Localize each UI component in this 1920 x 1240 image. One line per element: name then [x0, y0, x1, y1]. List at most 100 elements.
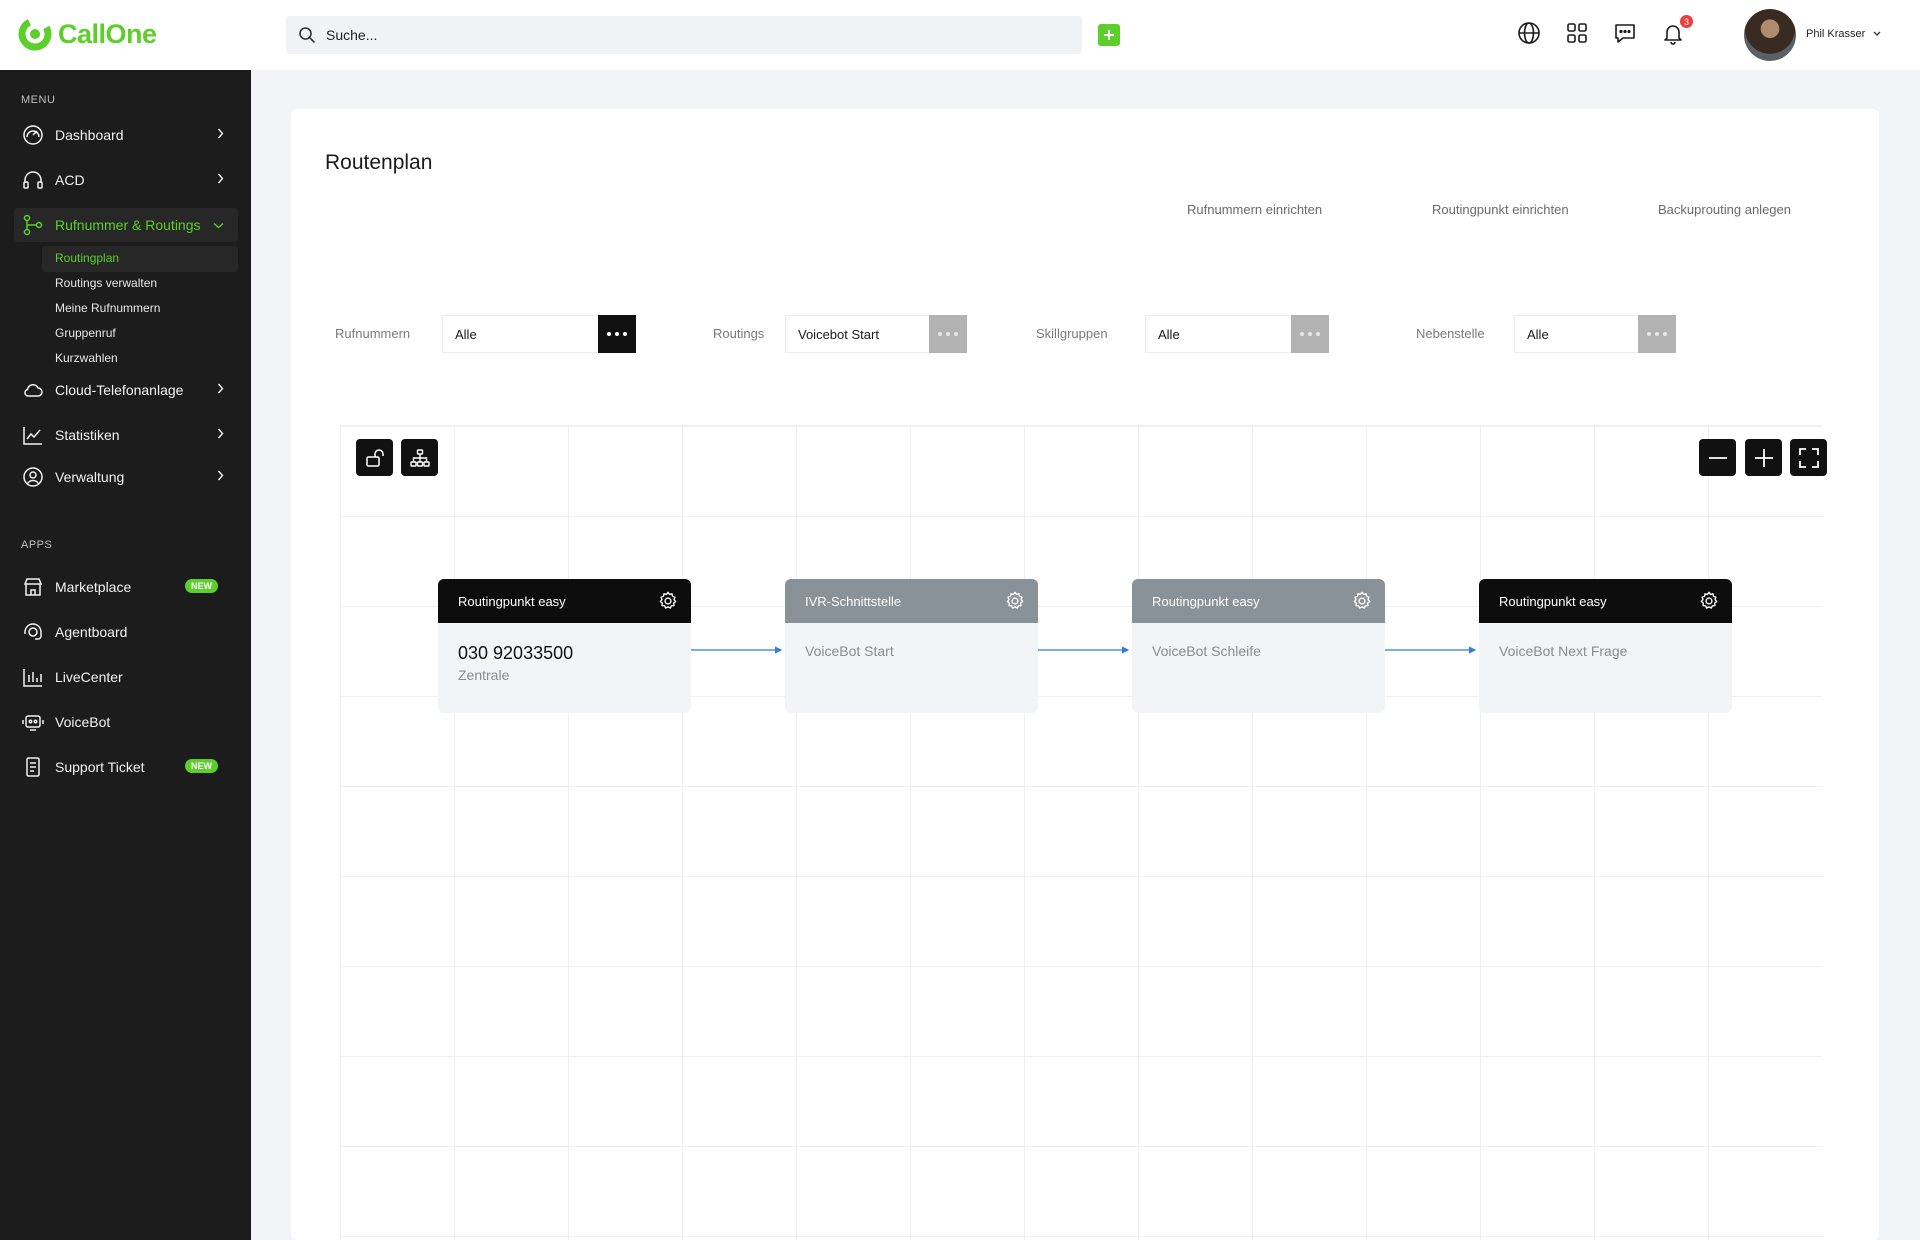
headset-icon	[24, 623, 42, 640]
gear-icon[interactable]	[1698, 590, 1720, 612]
chat-icon	[1615, 24, 1635, 43]
apps-grid-button[interactable]	[1564, 20, 1590, 46]
node-subtitle: Zentrale	[458, 667, 510, 683]
routingpunkt-einrichten-link[interactable]: Routingpunkt einrichten	[1432, 202, 1569, 217]
sidebar-item-label: Marketplace	[55, 579, 132, 595]
filter-label-skillgruppen: Skillgruppen	[1036, 326, 1108, 341]
sidebar-subitem-meine-rufnummern[interactable]: Meine Rufnummern	[55, 301, 160, 315]
node-header: Routingpunkt easy	[1479, 579, 1732, 623]
sidebar-app-marketplace[interactable]: Marketplace NEW	[14, 570, 238, 604]
node-title: Routingpunkt easy	[1499, 593, 1607, 609]
top-icon-group: 3	[1516, 15, 1693, 46]
sidebar-item-rufnummer-routings[interactable]: Rufnummer & Routings	[14, 208, 238, 242]
node-subtitle: VoiceBot Start	[805, 643, 894, 659]
filter-routings-select[interactable]: Voicebot Start	[785, 315, 931, 353]
routenplan-card: Routenplan Rufnummern einrichten Routing…	[291, 109, 1879, 1240]
notifications-button[interactable]: 3	[1660, 15, 1693, 46]
sidebar-subitem-kurzwahlen[interactable]: Kurzwahlen	[55, 351, 118, 365]
notification-count-badge: 3	[1680, 15, 1693, 28]
menu-section-label: MENU	[21, 94, 56, 106]
routing-canvas[interactable]: Routingpunkt easy 030 92033500 Zentrale …	[340, 425, 1827, 1240]
rufnummern-einrichten-link[interactable]: Rufnummern einrichten	[1187, 202, 1322, 217]
headphones-icon	[23, 171, 43, 189]
logo[interactable]: CallOne	[18, 17, 157, 51]
sidebar-item-statistiken[interactable]: Statistiken	[14, 418, 238, 452]
chevron-right-icon	[217, 470, 224, 481]
route-node-3[interactable]: Routingpunkt easy VoiceBot Schleife	[1132, 579, 1385, 713]
sidebar-item-label: Statistiken	[55, 427, 120, 443]
gear-icon[interactable]	[657, 590, 679, 612]
chat-button[interactable]	[1612, 20, 1638, 46]
filter-rufnummern-select[interactable]: Alle	[442, 315, 600, 353]
bot-icon	[22, 715, 44, 731]
node-title: Routingpunkt easy	[1152, 593, 1260, 609]
search-input[interactable]	[326, 27, 1026, 43]
sidebar-app-voicebot[interactable]: VoiceBot	[14, 705, 238, 739]
routing-edges	[684, 646, 1477, 654]
fullscreen-icon	[1798, 447, 1819, 468]
filter-label-rufnummern: Rufnummern	[335, 326, 411, 341]
gear-icon[interactable]	[1351, 590, 1373, 612]
chevron-right-icon	[217, 428, 224, 439]
zoom-out-button[interactable]	[1699, 439, 1736, 476]
node-subtitle: VoiceBot Next Frage	[1499, 643, 1628, 659]
routing-icon	[23, 214, 43, 236]
filter-nebenstelle-more-button[interactable]	[1638, 315, 1676, 353]
route-node-2[interactable]: IVR-Schnittstelle VoiceBot Start	[785, 579, 1038, 713]
top-bar: CallOne 3 Phil Krasser	[0, 0, 1920, 70]
filter-routings-more-button[interactable]	[929, 315, 967, 353]
sidebar-item-label: LiveCenter	[55, 669, 123, 685]
chevron-right-icon	[217, 128, 224, 139]
filter-nebenstelle-select[interactable]: Alle	[1514, 315, 1640, 353]
sidebar-app-agentboard[interactable]: Agentboard	[14, 615, 238, 649]
sidebar-item-acd[interactable]: ACD	[14, 163, 238, 197]
zoom-in-button[interactable]	[1745, 439, 1782, 476]
plus-icon	[1754, 448, 1773, 467]
route-node-4[interactable]: Routingpunkt easy VoiceBot Next Frage	[1479, 579, 1732, 713]
avatar[interactable]	[1744, 9, 1796, 61]
sidebar-item-label: Cloud-Telefonanlage	[55, 382, 184, 398]
node-phone-number: 030 92033500	[458, 643, 574, 663]
new-badge: NEW	[185, 579, 218, 593]
chevron-down-icon	[213, 222, 224, 229]
page-title: Routenplan	[325, 151, 433, 174]
filter-rufnummern-more-button[interactable]	[598, 315, 636, 353]
user-menu[interactable]: Phil Krasser	[1806, 28, 1881, 40]
logo-text: CallOne	[58, 18, 157, 49]
sidebar-subitem-routings-verwalten[interactable]: Routings verwalten	[55, 276, 157, 290]
backuprouting-anlegen-link[interactable]: Backuprouting anlegen	[1658, 202, 1791, 217]
sidebar-subitem-gruppenruf[interactable]: Gruppenruf	[55, 326, 116, 340]
sidebar-item-label: ACD	[55, 172, 85, 188]
add-button[interactable]	[1098, 24, 1120, 46]
user-name: Phil Krasser	[1806, 28, 1866, 40]
filter-label-nebenstelle: Nebenstelle	[1416, 326, 1485, 341]
user-circle-icon	[23, 467, 43, 487]
sidebar-item-label: VoiceBot	[55, 714, 111, 730]
route-node-1[interactable]: Routingpunkt easy 030 92033500 Zentrale	[438, 579, 691, 713]
apps-section-label: APPS	[21, 539, 53, 551]
filter-skillgruppen-select[interactable]: Alle	[1145, 315, 1293, 353]
sidebar-item-label: Verwaltung	[55, 469, 125, 485]
auto-layout-button[interactable]	[401, 439, 438, 476]
node-title: IVR-Schnittstelle	[805, 593, 902, 609]
line-chart-icon	[23, 427, 42, 445]
sidebar-item-cloud-telefonanlage[interactable]: Cloud-Telefonanlage	[14, 373, 238, 407]
sidebar-app-support-ticket[interactable]: Support Ticket NEW	[14, 750, 238, 784]
filter-label-routings: Routings	[713, 326, 765, 341]
plus-icon	[1104, 30, 1114, 40]
bar-chart-icon	[23, 669, 42, 687]
sidebar-item-dashboard[interactable]: Dashboard	[14, 118, 238, 152]
lock-toggle-button[interactable]	[356, 439, 393, 476]
sidebar-app-livecenter[interactable]: LiveCenter	[14, 660, 238, 694]
language-button[interactable]	[1516, 20, 1542, 46]
gear-icon[interactable]	[1004, 590, 1026, 612]
filter-skillgruppen-more-button[interactable]	[1291, 315, 1329, 353]
sidebar-item-label: Rufnummer & Routings	[55, 217, 201, 233]
search-bar[interactable]	[286, 16, 1082, 54]
sidebar-item-verwaltung[interactable]: Verwaltung	[14, 460, 238, 494]
cloud-icon	[24, 383, 43, 397]
sidebar-subitem-routingplan[interactable]: Routingplan	[55, 251, 119, 265]
node-header: Routingpunkt easy	[438, 579, 691, 623]
hierarchy-icon	[409, 448, 430, 467]
fullscreen-button[interactable]	[1790, 439, 1827, 476]
